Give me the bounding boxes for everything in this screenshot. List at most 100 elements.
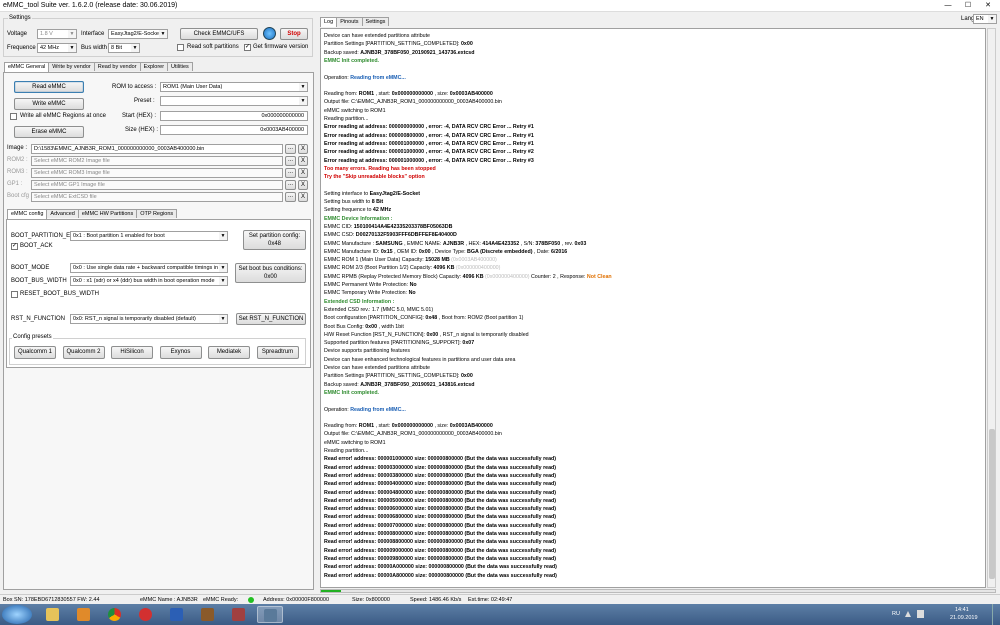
clear-button[interactable]: X	[298, 180, 308, 190]
tab-emmc-general[interactable]: eMMC General	[4, 62, 50, 72]
check-emmc-button[interactable]: Check EMMC/UFS	[180, 28, 258, 40]
preset-button-qualcomm-1[interactable]: Qualcomm 1	[14, 346, 56, 359]
browse-button[interactable]: ...	[285, 156, 296, 166]
write-all-label: Write all eMMC Regions at once	[20, 113, 106, 119]
log-line: Reading partition...	[324, 116, 369, 122]
reset-boot-bus-checkbox[interactable]	[11, 291, 18, 298]
preset-button-hisilicon[interactable]: HiSilicon	[111, 346, 153, 359]
preset-button-qualcomm-2[interactable]: Qualcomm 2	[62, 346, 105, 359]
rst-n-select[interactable]: 0x0: RST_n signal is temporarily disable…	[70, 314, 228, 324]
read-emmc-button[interactable]: Read eMMC	[14, 81, 84, 93]
clear-button[interactable]: X	[298, 156, 308, 166]
tab-utilities[interactable]: Utilities	[167, 62, 193, 71]
taskbar-app[interactable]	[226, 606, 252, 623]
voltage-select[interactable]: 1.8 V ▼	[37, 29, 77, 39]
log-line: EMMC Temporary Write Protection: No	[324, 290, 416, 297]
get-firmware-checkbox[interactable]: ✓	[244, 44, 251, 51]
set-boot-bus-button[interactable]: Set boot bus conditions: 0x00	[235, 263, 306, 283]
frequency-select[interactable]: 42 MHz ▼	[37, 43, 77, 53]
tray-lang[interactable]: RU	[892, 611, 900, 617]
bus-width-select[interactable]: 8 Bit ▼	[108, 43, 140, 53]
start-hex-input[interactable]: 0x000000000000	[160, 111, 308, 121]
windows-start-icon[interactable]	[2, 605, 32, 624]
write-all-checkbox[interactable]	[10, 113, 17, 120]
image-path-input[interactable]: Select eMMC GP1 Image file	[31, 180, 283, 190]
taskbar-app[interactable]	[195, 606, 221, 623]
chevron-down-icon: ▼	[219, 232, 227, 240]
tab-explorer[interactable]: Explorer	[139, 62, 169, 71]
taskbar-app[interactable]	[133, 606, 159, 623]
boot-bus-width-select[interactable]: 0x0 : x1 (sdr) or x4 (ddr) bus width in …	[70, 276, 228, 286]
preset-button-mediatek[interactable]: Mediatek	[208, 346, 250, 359]
maximize-button[interactable]: ☐	[958, 0, 978, 11]
tab-emmc-hw-partitions[interactable]: eMMC HW Partitions	[77, 209, 138, 218]
preset-button-spreadtrum[interactable]: Spreadtrum	[256, 346, 299, 359]
tab-emmc-config[interactable]: eMMC config	[7, 209, 48, 219]
log-line: Error reading at address: 000001000000 ,…	[324, 140, 534, 147]
minimize-button[interactable]: —	[938, 0, 958, 11]
tray-time[interactable]: 14:41	[955, 607, 969, 613]
close-button[interactable]: ✕	[978, 0, 998, 11]
read-soft-checkbox[interactable]	[177, 44, 184, 51]
status-box-sn: Box SN: 178EBD6712830557 FW: 2.44	[3, 597, 100, 603]
log-output[interactable]: Device can have extended partitions attr…	[320, 28, 986, 588]
taskbar-app[interactable]	[71, 606, 97, 623]
browse-button[interactable]: ...	[285, 168, 296, 178]
image-path-input[interactable]: Select eMMC ROM3 Image file	[31, 168, 283, 178]
set-rst-n-button[interactable]: Set RST_N_FUNCTION	[236, 313, 306, 325]
refresh-icon[interactable]	[263, 27, 276, 40]
clear-button[interactable]: X	[298, 192, 308, 202]
scrollbar-thumb[interactable]	[989, 429, 995, 579]
tab-otp-regions[interactable]: OTP Regions	[136, 209, 178, 218]
log-line: Read error! address: 00000A000000 size: …	[324, 564, 557, 571]
write-emmc-button[interactable]: Write eMMC	[14, 98, 84, 110]
preset-select[interactable]: ▼	[160, 96, 308, 106]
tab-log[interactable]: Log	[320, 17, 338, 27]
show-desktop-button[interactable]	[992, 604, 1000, 625]
boot-mode-select[interactable]: 0x0 : Use single data rate + backward co…	[70, 263, 228, 273]
log-scrollbar[interactable]	[987, 28, 996, 588]
clear-button[interactable]: X	[298, 168, 308, 178]
config-presets-label: Config presets	[12, 334, 53, 340]
taskbar-app[interactable]	[164, 606, 190, 623]
boot-ack-checkbox[interactable]: ✓	[11, 243, 18, 250]
tab-settings[interactable]: Settings	[361, 17, 390, 26]
stop-button[interactable]: Stop	[280, 28, 308, 40]
tab-write-by-vendor[interactable]: Write by vendor	[48, 62, 95, 71]
browse-button[interactable]: ...	[285, 192, 296, 202]
size-hex-input[interactable]: 0x0003AB400000	[160, 125, 308, 135]
taskbar-app[interactable]	[257, 606, 283, 623]
erase-emmc-button[interactable]: Erase eMMC	[14, 126, 84, 138]
tray-arrow-icon[interactable]	[905, 611, 911, 617]
clear-button[interactable]: X	[298, 144, 308, 154]
preset-button-exynos[interactable]: Exynos	[159, 346, 202, 359]
tab-advanced[interactable]: Advanced	[46, 209, 79, 218]
tab-pinouts[interactable]: Pinouts	[336, 17, 363, 26]
tray-date[interactable]: 21.09.2019	[950, 615, 978, 621]
log-line: Read error! address: 000005000000 size: …	[324, 497, 557, 504]
set-partition-config-button[interactable]: Set partition config: 0x48	[243, 230, 306, 250]
boot-ack-label: BOOT_ACK	[20, 243, 53, 249]
image-path-input[interactable]: Select eMMC ExtCSD file	[31, 192, 283, 202]
log-line: Boot Bus Config: 0x00 , width 1bit	[324, 323, 404, 330]
read-soft-label: Read soft partitions	[187, 44, 239, 50]
tab-read-by-vendor[interactable]: Read by vendor	[93, 62, 141, 71]
rom-access-value: ROM1 (Main User Data)	[163, 84, 223, 90]
interface-select[interactable]: EasyJtag2/E-Socket ▼	[108, 29, 168, 39]
frequency-value: 42 MHz	[40, 45, 59, 51]
image-path-input[interactable]: Select eMMC ROM2 Image file	[31, 156, 283, 166]
lang-select[interactable]: EN ▼	[973, 14, 997, 24]
progress-bar	[320, 589, 996, 593]
browse-button[interactable]: ...	[285, 180, 296, 190]
log-line: Output file: C:\EMMC_AJNB3R_ROM1_0000000…	[324, 431, 502, 438]
taskbar-app[interactable]	[102, 606, 128, 623]
set-partition-line1: Set partition config:	[248, 233, 301, 239]
boot-partition-select[interactable]: 0x1 : Boot partition 1 enabled for boot ▼	[70, 231, 228, 241]
browse-button[interactable]: ...	[285, 144, 296, 154]
chevron-down-icon: ▼	[988, 15, 996, 23]
image-path-input[interactable]: D:\1583\EMMC_AJNB3R_ROM1_000000000000_00…	[31, 144, 283, 154]
tray-speaker-icon[interactable]	[917, 610, 924, 618]
interface-label: Interface	[81, 31, 105, 37]
rom-access-select[interactable]: ROM1 (Main User Data) ▼	[160, 82, 308, 92]
taskbar-app[interactable]	[40, 606, 66, 623]
